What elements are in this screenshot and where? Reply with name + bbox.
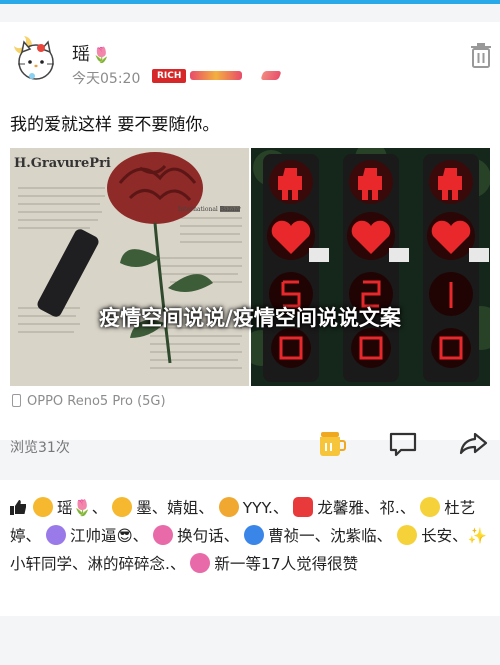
liker-name[interactable]: 沈紫临 <box>330 527 377 545</box>
overlay-title: 疫情空间说说/疫情空间说说文案 <box>99 306 401 330</box>
liker-name[interactable]: 瑶🌷 <box>57 499 92 517</box>
liker-name[interactable]: 长安 <box>421 527 452 545</box>
likes-list: 瑶🌷、 墨、婧姐、 YYY.、 龙馨雅、祁.、 杜艺婷、 江帅逼😎、 换句话、 … <box>10 497 487 573</box>
username-text: 瑶 <box>72 44 90 65</box>
avatar[interactable] <box>8 32 60 84</box>
phone-icon <box>12 394 21 407</box>
liker-icon <box>397 525 418 545</box>
liker-name[interactable]: 龙馨雅 <box>317 499 364 517</box>
device-info: OPPO Reno5 Pro (5G) <box>12 394 166 409</box>
liker-name[interactable]: 新一 <box>214 555 245 573</box>
post-content: 我的爱就这样 要不要随你。 <box>10 115 220 135</box>
liker-icon <box>293 497 314 517</box>
liker-name[interactable]: 墨 <box>136 499 152 517</box>
liker-name[interactable]: YYY. <box>243 499 273 517</box>
liker-icon <box>112 497 133 517</box>
liker-icon <box>153 525 174 545</box>
tulip-emoji: 🌷 <box>92 46 111 64</box>
rich-badge: RICH <box>152 69 187 83</box>
share-icon[interactable] <box>459 430 489 458</box>
comment-icon[interactable] <box>388 430 418 458</box>
device-name: OPPO Reno5 Pro (5G) <box>27 394 166 409</box>
liker-name[interactable]: 江帅逼😎 <box>70 527 133 545</box>
view-count: 浏览31次 <box>10 440 70 456</box>
post-timestamp: 今天05:20 <box>72 71 141 87</box>
liker-icon <box>190 553 211 573</box>
thumb-up-icon <box>10 500 26 515</box>
newspaper-subtitle: International Bazaar <box>178 206 241 213</box>
newspaper-text-layer: H.GravurePri International Bazaar <box>10 148 249 386</box>
liker-name[interactable]: 婧姐 <box>167 499 198 517</box>
traffic-lights-illustration <box>251 148 490 386</box>
top-accent-bar <box>0 0 500 4</box>
post-username[interactable]: 瑶 🌷 <box>72 40 111 66</box>
liker-icon <box>218 497 239 517</box>
honey-jar-icon[interactable] <box>316 430 346 458</box>
liker-name[interactable]: 祁. <box>379 499 399 517</box>
newspaper-title: H.GravurePri <box>14 156 111 171</box>
liker-icon <box>244 525 265 545</box>
likes-summary: 等17人觉得很赞 <box>245 555 359 573</box>
decoration-badge <box>190 71 242 80</box>
liker-name[interactable]: 换句话 <box>177 527 224 545</box>
post-image-traffic-lights[interactable] <box>251 148 490 386</box>
liker-icon <box>420 497 441 517</box>
trash-icon[interactable] <box>470 42 492 68</box>
liker-name[interactable]: 淋的碎碎念. <box>88 555 170 573</box>
liker-icon <box>32 497 53 517</box>
liker-name[interactable]: 曹祯一 <box>268 527 315 545</box>
liker-icon <box>45 525 66 545</box>
